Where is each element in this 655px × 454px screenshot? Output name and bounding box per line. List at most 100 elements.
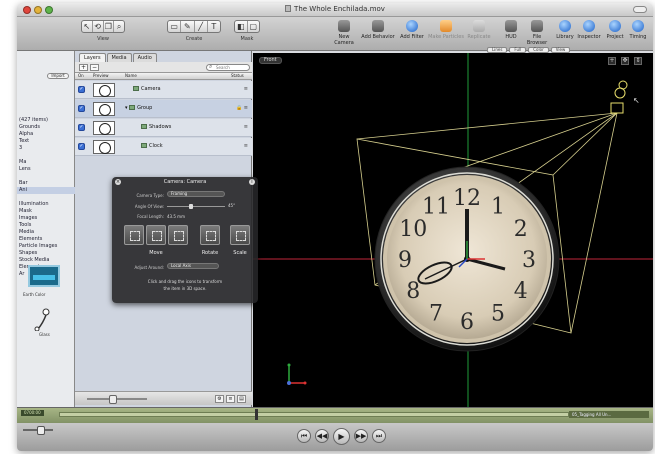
move-y-tool[interactable] <box>146 225 166 245</box>
file-browser-button[interactable]: File Browser <box>522 20 552 46</box>
layers-search-input[interactable]: Search <box>206 64 250 71</box>
library-list-item[interactable]: Grounds <box>17 124 75 131</box>
make-particles-button[interactable]: Make Particles <box>428 20 464 40</box>
library-list-item[interactable]: Text <box>17 138 75 145</box>
mask-bezier-tool-button[interactable]: ▢ <box>248 21 260 32</box>
library-list-item[interactable]: Media <box>17 229 75 236</box>
project-button[interactable]: Project <box>604 20 626 40</box>
library-list-item[interactable]: Ma <box>17 159 75 166</box>
view-tools-label: View <box>97 36 109 42</box>
swatch-caption: Glass <box>39 332 50 337</box>
mask-rect-tool-button[interactable]: ◧ <box>235 21 248 32</box>
import-button[interactable]: Import <box>47 73 69 79</box>
thumbnail-size-slider[interactable] <box>87 395 147 404</box>
library-list-item[interactable]: Shapes <box>17 250 75 257</box>
library-button[interactable]: Library <box>554 20 576 40</box>
layer-settings-button[interactable]: ⚙ <box>215 395 224 403</box>
layer-thumbnail <box>93 102 115 116</box>
layer-row-camera[interactable]: ✓ Camera ≡ <box>75 81 252 99</box>
clock-numeral: 1 <box>491 194 505 219</box>
add-behavior-button[interactable]: Add Behavior <box>361 20 395 40</box>
tab-audio[interactable]: Audio <box>132 53 157 62</box>
clock-numeral: 4 <box>514 279 528 304</box>
library-list-item[interactable]: Elements <box>17 236 75 243</box>
layer-visible-checkbox[interactable]: ✓ <box>78 105 85 112</box>
library-list-item[interactable]: Images <box>17 215 75 222</box>
column-status[interactable]: Status <box>231 73 244 79</box>
move-x-tool[interactable] <box>124 225 144 245</box>
add-filter-button[interactable]: Add Filter <box>399 20 425 40</box>
canvas-viewport[interactable]: Front + ✥ ⇕ ↖ 12 1 2 3 4 5 6 7 8 9 10 11 <box>253 53 653 407</box>
layer-visible-checkbox[interactable]: ✓ <box>78 86 85 93</box>
timeline-track[interactable] <box>59 412 569 417</box>
replicate-button[interactable]: Replicate <box>466 20 492 40</box>
timing-button[interactable]: Timing <box>627 20 649 40</box>
library-list-item[interactable] <box>17 173 75 180</box>
layer-visible-checkbox[interactable]: ✓ <box>78 124 85 131</box>
zoom-tool-button[interactable]: ⌕ <box>114 21 124 32</box>
volume-slider[interactable] <box>23 426 53 435</box>
layer-visible-checkbox[interactable]: ✓ <box>78 143 85 150</box>
library-list-item[interactable]: 3 <box>17 145 75 152</box>
scale-tool[interactable] <box>230 225 250 245</box>
library-list-item[interactable]: Bar <box>17 180 75 187</box>
angle-of-view-slider[interactable] <box>167 206 225 207</box>
new-camera-button[interactable]: New Camera <box>329 20 359 46</box>
column-name[interactable]: Name <box>125 73 137 79</box>
inspector-button[interactable]: Inspector <box>576 20 602 40</box>
select-tool-button[interactable]: ↖ <box>82 21 93 32</box>
text-tool-button[interactable]: T <box>208 21 220 32</box>
library-list-item[interactable]: Lens <box>17 166 75 173</box>
glass-swatch-icon <box>34 308 50 331</box>
remove-layer-button[interactable]: − <box>90 64 99 71</box>
angle-of-view-knob[interactable] <box>189 204 194 209</box>
project-icon <box>609 20 621 32</box>
hud-info-button[interactable]: i <box>249 179 255 185</box>
layer-row-clock[interactable]: ✓ Clock ≡ <box>75 138 252 156</box>
camera-type-select[interactable]: Framing <box>167 191 225 197</box>
camera-hud[interactable]: × Camera: Camera i Camera Type: Framing … <box>112 177 258 303</box>
go-to-end-button[interactable]: ⏭ <box>372 429 386 443</box>
layer-status: ≡ <box>243 124 248 130</box>
rectangle-tool-button[interactable]: ▭ <box>168 21 182 32</box>
library-list-item[interactable]: Illumination <box>17 201 75 208</box>
line-tool-button[interactable]: ╱ <box>195 21 208 32</box>
library-list-item[interactable]: Stock Media <box>17 257 75 264</box>
playhead[interactable] <box>255 409 258 420</box>
rotate-tool-button[interactable]: ⟲ <box>93 21 104 32</box>
add-layer-button[interactable]: + <box>79 64 88 71</box>
rewind-button[interactable]: ◀◀ <box>315 429 329 443</box>
play-button[interactable]: ▶ <box>333 428 350 445</box>
toolbar-toggle-button[interactable] <box>633 6 647 13</box>
library-list-item[interactable]: Alpha <box>17 131 75 138</box>
tab-layers[interactable]: Layers <box>79 53 106 62</box>
rotate-tool[interactable] <box>200 225 220 245</box>
library-list-item[interactable]: Ani <box>17 187 75 194</box>
preview-caption: Earth Color <box>23 292 46 297</box>
clock-numeral: 8 <box>406 279 420 304</box>
library-list-item[interactable]: Tools <box>17 222 75 229</box>
layer-row-group[interactable]: ✓ ▾ Group 🔒 ≡ <box>75 100 252 118</box>
layer-view-button[interactable]: ▤ <box>237 395 246 403</box>
bezier-tool-button[interactable]: ✎ <box>181 21 195 32</box>
column-on[interactable]: On <box>78 73 84 79</box>
tab-media[interactable]: Media <box>106 53 132 62</box>
move-z-tool[interactable] <box>168 225 188 245</box>
pan-tool-button[interactable]: ❐ <box>104 21 115 32</box>
layer-row-shadows[interactable]: ✓ Shadows ≡ <box>75 119 252 137</box>
library-list-item[interactable]: Mask <box>17 208 75 215</box>
mini-timeline[interactable]: 0700:00 05_Tagging All Un... <box>17 407 653 423</box>
library-list-item[interactable] <box>17 152 75 159</box>
adjust-around-select[interactable]: Local Axis <box>167 263 219 269</box>
hud-button[interactable]: HUD <box>502 20 520 40</box>
toolbar: ↖ ⟲ ❐ ⌕ View ▭ ✎ ╱ T Create ◧ ▢ Mask New… <box>17 17 653 51</box>
go-to-start-button[interactable]: ⏮ <box>297 429 311 443</box>
library-list-item[interactable]: (427 items) <box>17 117 75 124</box>
layer-options-button[interactable]: ≡ <box>226 395 235 403</box>
layers-toolbar: + − Search <box>75 62 252 73</box>
library-list-item[interactable] <box>17 194 75 201</box>
library-list-item[interactable]: Particle Images <box>17 243 75 250</box>
column-preview[interactable]: Preview <box>93 73 109 79</box>
layer-icon <box>141 124 147 129</box>
fast-forward-button[interactable]: ▶▶ <box>354 429 368 443</box>
